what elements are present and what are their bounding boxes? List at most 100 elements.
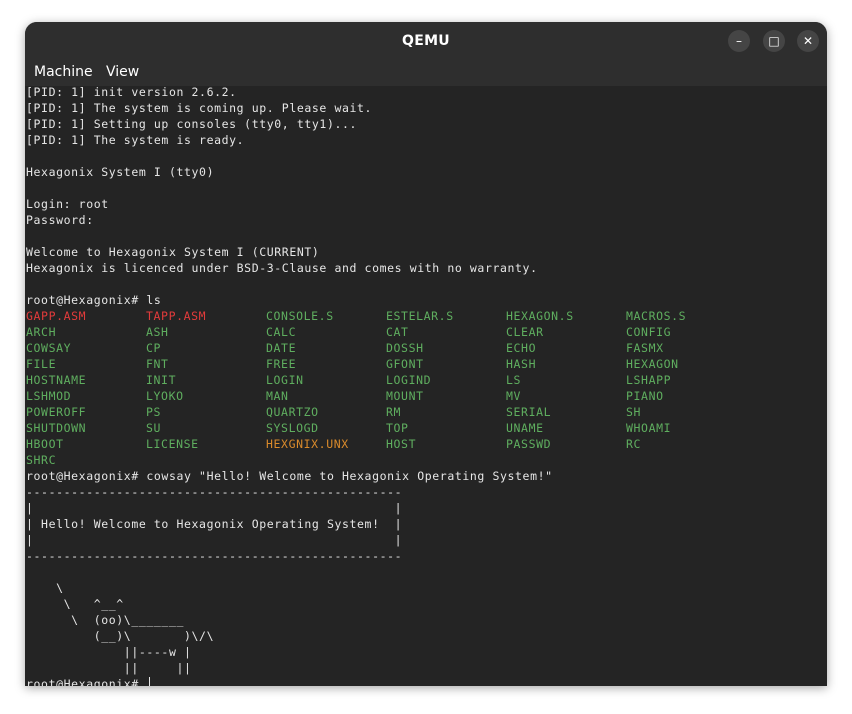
ls-row: POWEROFF PS QUARTZO RM SERIAL SH — [26, 404, 640, 420]
ls-row: FILE FNT FREE GFONT HASH HEXAGON — [26, 356, 678, 372]
ls-entry: HEXAGON — [626, 357, 679, 371]
terminal-line: (__)\ )\/\ — [26, 629, 215, 643]
terminal-line: [PID: 1] Setting up consoles (tty0, tty1… — [26, 117, 358, 131]
text-cursor — [149, 677, 151, 686]
ls-row: ARCH ASH CALC CAT CLEAR CONFIG — [26, 324, 671, 340]
ls-entry: PASSWD — [506, 437, 552, 451]
ls-entry: LOGIND — [386, 373, 432, 387]
qemu-window: QEMU – □ ✕ Machine View [PID: 1] init ve… — [25, 22, 827, 686]
menu-view[interactable]: View — [106, 64, 139, 80]
terminal-line: root@Hexagonix# cowsay "Hello! Welcome t… — [26, 469, 553, 483]
ls-row: GAPP.ASM TAPP.ASM CONSOLE.S ESTELAR.S HEXAGO… — [26, 308, 686, 324]
ls-entry: SHUTDOWN — [26, 421, 87, 435]
terminal-line: [PID: 1] The system is ready. — [26, 133, 245, 147]
terminal-line: [PID: 1] The system is coming up. Please… — [26, 101, 373, 115]
ls-entry: SH — [626, 405, 642, 419]
ls-entry: SHRC — [26, 453, 57, 467]
terminal-line: \ ^__^ — [26, 597, 124, 611]
ls-entry: SU — [146, 421, 162, 435]
ls-entry: HASH — [506, 357, 537, 371]
ls-row: SHRC — [26, 452, 553, 468]
terminal-line: Welcome to Hexagonix System I (CURRENT) — [26, 245, 320, 259]
ls-entry: DOSSH — [386, 341, 424, 355]
prompt-line[interactable]: root@Hexagonix# — [26, 676, 553, 686]
shell-prompt: root@Hexagonix# — [26, 677, 147, 686]
ls-entry: LSHAPP — [626, 373, 672, 387]
ls-row: SHUTDOWN SU SYSLOGD TOP UNAME WHOAMI — [26, 420, 671, 436]
ls-entry: HOSTNAME — [26, 373, 87, 387]
ls-entry: COWSAY — [26, 341, 72, 355]
vm-display[interactable]: [PID: 1] init version 2.6.2. [PID: 1] The… — [25, 84, 827, 686]
ls-entry: POWEROFF — [26, 405, 87, 419]
terminal-output: [PID: 1] init version 2.6.2. [PID: 1] The… — [26, 84, 686, 686]
ls-entry: ESTELAR.S — [386, 309, 454, 323]
ls-entry: GAPP.ASM — [26, 309, 87, 323]
terminal-line: || || — [26, 661, 192, 675]
ls-entry: FREE — [266, 357, 297, 371]
ls-entry: LSHMOD — [26, 389, 72, 403]
ls-entry: CAT — [386, 325, 409, 339]
ls-entry: ARCH — [26, 325, 57, 339]
terminal-line: Password: — [26, 213, 94, 227]
ls-entry: LOGIN — [266, 373, 304, 387]
close-button[interactable]: ✕ — [797, 30, 819, 52]
ls-entry: PS — [146, 405, 162, 419]
ls-entry: HEXGNIX.UNX — [266, 437, 349, 451]
ls-entry: LYOKO — [146, 389, 184, 403]
terminal-line: | | — [26, 533, 403, 547]
ls-entry: MACROS.S — [626, 309, 687, 323]
ls-entry: RC — [626, 437, 642, 451]
ls-entry: INIT — [146, 373, 177, 387]
window-title: QEMU — [402, 33, 450, 49]
ls-entry: LICENSE — [146, 437, 199, 451]
ls-entry: HOST — [386, 437, 417, 451]
terminal-line: ||----w | — [26, 645, 192, 659]
ls-entry: CLEAR — [506, 325, 544, 339]
minimize-button[interactable]: – — [728, 30, 750, 52]
menu-machine[interactable]: Machine — [34, 64, 93, 80]
ls-entry: PIANO — [626, 389, 664, 403]
ls-entry: HBOOT — [26, 437, 64, 451]
ls-entry: LS — [506, 373, 522, 387]
ls-entry: CONSOLE.S — [266, 309, 334, 323]
ls-row: HOSTNAME INIT LOGIN LOGIND LS LSHAPP — [26, 372, 671, 388]
ls-entry: FASMX — [626, 341, 664, 355]
terminal-line: \ — [26, 581, 64, 595]
ls-entry: WHOAMI — [626, 421, 672, 435]
terminal-line: Login: root — [26, 197, 109, 211]
ls-entry: MOUNT — [386, 389, 424, 403]
ls-entry: FILE — [26, 357, 57, 371]
ls-entry: CALC — [266, 325, 297, 339]
maximize-button[interactable]: □ — [763, 30, 785, 52]
terminal-line: ----------------------------------------… — [26, 549, 403, 563]
terminal-line: \ (oo)\_______ — [26, 613, 184, 627]
ls-entry: TOP — [386, 421, 409, 435]
terminal-line: [PID: 1] init version 2.6.2. — [26, 85, 237, 99]
ls-entry: ASH — [146, 325, 169, 339]
ls-entry: SERIAL — [506, 405, 552, 419]
title-bar[interactable]: QEMU – □ ✕ — [25, 22, 827, 60]
ls-entry: TAPP.ASM — [146, 309, 207, 323]
terminal-line: Hexagonix is licenced under BSD-3-Clause… — [26, 261, 538, 275]
ls-row: COWSAY CP DATE DOSSH ECHO FASMX — [26, 340, 663, 356]
ls-row: HBOOT LICENSE HEXGNIX.UNX HOST PASSWD RC — [26, 436, 640, 452]
ls-entry: CONFIG — [626, 325, 672, 339]
ls-entry: GFONT — [386, 357, 424, 371]
ls-entry: MV — [506, 389, 522, 403]
ls-row: LSHMOD LYOKO MAN MOUNT MV PIANO — [26, 388, 663, 404]
terminal-line: Hexagonix System I (tty0) — [26, 165, 215, 179]
terminal-line: | | — [26, 501, 403, 515]
ls-entry: HEXAGON.S — [506, 309, 574, 323]
ls-entry: UNAME — [506, 421, 544, 435]
ls-entry: CP — [146, 341, 162, 355]
ls-entry: SYSLOGD — [266, 421, 319, 435]
ls-entry: ECHO — [506, 341, 537, 355]
ls-entry: RM — [386, 405, 402, 419]
ls-entry: QUARTZO — [266, 405, 319, 419]
ls-entry: FNT — [146, 357, 169, 371]
